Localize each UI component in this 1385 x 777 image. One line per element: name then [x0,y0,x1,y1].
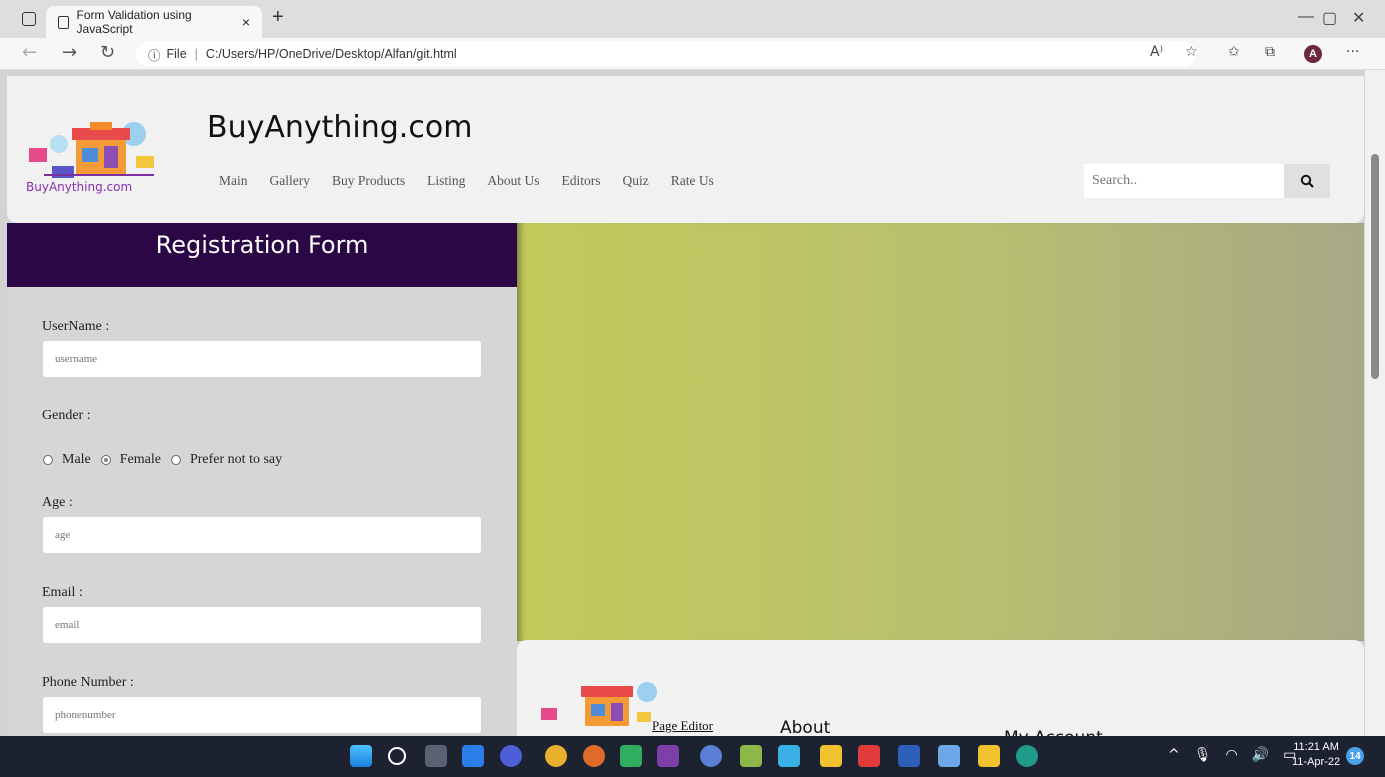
gender-female-label: Female [119,452,161,467]
volume-icon[interactable]: 🔊 [1252,747,1269,763]
pycharm-icon[interactable] [620,745,642,767]
favorite-add-icon[interactable]: ☆ [1185,44,1198,60]
snipping-tool-icon[interactable] [938,745,960,767]
acrobat-icon[interactable] [858,745,880,767]
page-scrollbar[interactable] [1365,70,1385,736]
page-viewport: BuyAnything.com BuyAnything.com Main Gal… [0,70,1385,736]
search-button[interactable] [1284,164,1330,198]
main-menu: Main Gallery Buy Products Listing About … [219,173,714,189]
minimize-button[interactable]: — [1298,8,1314,26]
footer-my-account-heading: My Account [1004,728,1103,736]
email-input[interactable] [43,607,481,643]
search-icon [1300,174,1314,188]
favorites-icon[interactable]: ✩ [1228,44,1240,60]
clock-date: 11-Apr-22 [1292,756,1341,768]
menu-item-main[interactable]: Main [219,173,248,189]
notification-badge[interactable]: 14 [1346,747,1364,765]
gender-options: Male Female Prefer not to say [43,452,282,468]
microphone-icon[interactable]: 🎙 [1194,747,1212,763]
task-view-icon[interactable] [425,745,447,767]
phone-label: Phone Number : [42,675,134,690]
r-icon[interactable] [700,745,722,767]
age-input[interactable] [43,517,481,553]
tab-close-icon[interactable]: × [242,14,250,30]
menu-item-buy-products[interactable]: Buy Products [332,173,405,189]
username-input[interactable] [43,341,481,377]
footer-about-heading: About [780,718,831,736]
browser-tab[interactable]: Form Validation using JavaScript × [46,6,262,38]
email-label: Email : [42,585,83,600]
tray-overflow-icon[interactable]: ^ [1168,747,1180,763]
start-icon[interactable] [350,745,372,767]
search-input[interactable] [1084,164,1284,198]
tab-title: Form Validation using JavaScript [76,8,192,36]
menu-item-gallery[interactable]: Gallery [270,173,310,189]
new-tab-button[interactable]: + [272,6,284,29]
forward-button[interactable]: → [62,42,77,63]
reload-button[interactable]: ↻ [100,42,115,63]
file-explorer-icon[interactable] [978,745,1000,767]
gender-male-radio[interactable] [43,455,53,465]
read-aloud-icon[interactable]: A⁾ [1150,44,1163,60]
profile-avatar[interactable]: A [1304,45,1322,63]
menu-item-about-us[interactable]: About Us [487,173,539,189]
gender-prefer-not-radio[interactable] [170,455,181,465]
brand-title: BuyAnything.com [207,110,473,145]
windows-taskbar: ^ 🎙 ◠ 🔊 ▭ 11:21 AM 11-Apr-22 14 [0,736,1385,777]
image-viewer-icon[interactable] [778,745,800,767]
footer-store-logo-icon [541,682,657,726]
wifi-icon[interactable]: ◠ [1226,747,1238,763]
phone-input[interactable] [43,697,481,733]
system-tray: ^ 🎙 ◠ 🔊 ▭ [1168,747,1296,763]
gender-female-radio[interactable] [100,455,111,465]
page-icon [58,15,69,29]
menu-item-editors[interactable]: Editors [562,173,601,189]
taskbar-clock[interactable]: 11:21 AM 11-Apr-22 [1292,740,1340,770]
intellij-icon[interactable] [657,745,679,767]
photos-icon[interactable] [740,745,762,767]
browser-tab-bar: Form Validation using JavaScript × + — ▢… [0,0,1385,38]
back-button[interactable]: ← [22,42,37,63]
username-label: UserName : [42,319,110,334]
word-icon[interactable] [898,745,920,767]
collections-icon[interactable]: ⧉ [1265,44,1275,60]
menu-item-quiz[interactable]: Quiz [623,173,649,189]
url-prefix: File [166,47,187,61]
form-title: Registration Form [7,223,517,287]
logo-text: BuyAnything.com [26,180,132,194]
more-icon[interactable]: ··· [1346,44,1359,60]
registration-form: Registration Form UserName : Gender : Ma… [7,223,517,736]
search-taskbar-icon[interactable] [388,747,406,765]
widgets-icon[interactable] [462,745,484,767]
scrollbar-thumb[interactable] [1371,154,1379,379]
url-separator: | [194,47,198,61]
clock-time: 11:21 AM [1293,741,1339,753]
tab-actions-icon[interactable] [22,12,36,26]
menu-item-rate-us[interactable]: Rate Us [671,173,714,189]
maximize-button[interactable]: ▢ [1322,8,1337,28]
site-header: BuyAnything.com BuyAnything.com Main Gal… [7,76,1364,223]
close-window-button[interactable]: ✕ [1352,8,1365,28]
firefox-icon[interactable] [583,745,605,767]
url-text: C:/Users/HP/OneDrive/Desktop/Alfan/git.h… [205,47,457,61]
chrome-icon[interactable] [545,745,567,767]
info-icon[interactable]: ⓘ [148,45,161,64]
footer-page-editor-link[interactable]: Page Editor [652,718,713,734]
address-bar-row: ← → ↻ ⓘ File | C:/Users/HP/OneDrive/Desk… [0,38,1385,70]
site-footer: Page Editor About My Account [517,640,1364,736]
hero-banner [517,223,1364,641]
gender-prefer-not-label: Prefer not to say [189,452,283,467]
age-label: Age : [42,495,73,510]
sticky-notes-icon[interactable] [820,745,842,767]
edge-icon[interactable] [1016,745,1038,767]
store-logo-icon[interactable]: BuyAnything.com [24,116,174,196]
gender-label: Gender : [42,408,91,423]
menu-item-listing[interactable]: Listing [427,173,465,189]
gender-male-label: Male [62,452,91,467]
chat-icon[interactable] [500,745,522,767]
url-field[interactable]: ⓘ File | C:/Users/HP/OneDrive/Desktop/Al… [136,41,1196,67]
